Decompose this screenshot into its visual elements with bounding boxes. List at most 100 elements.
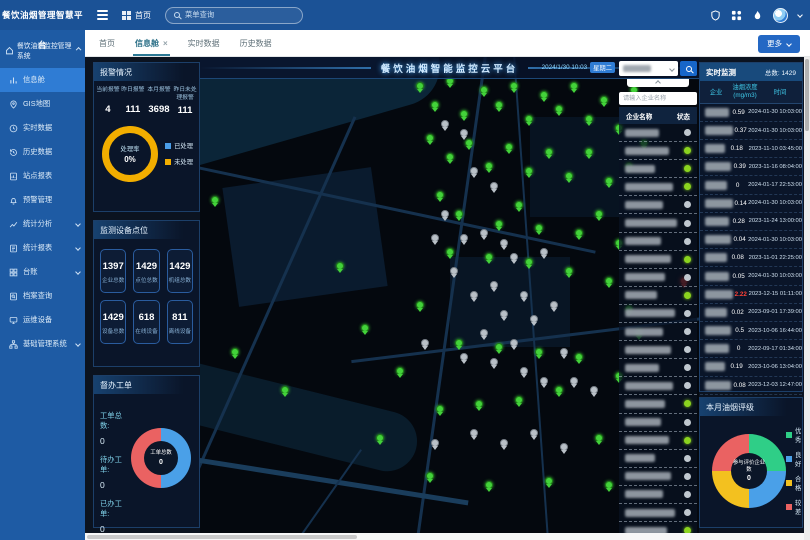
map-pin[interactable] <box>450 267 458 275</box>
tab[interactable]: 首页 × <box>99 30 115 56</box>
realtime-row[interactable]: 0.37 2024-01-30 10:03:00 <box>700 122 802 140</box>
map-pin[interactable] <box>446 153 454 161</box>
map-pin[interactable] <box>211 196 219 204</box>
map-pin[interactable] <box>490 358 498 366</box>
tab[interactable]: 信息舱 × <box>135 30 168 56</box>
company-row[interactable] <box>619 486 697 504</box>
company-row[interactable] <box>619 432 697 450</box>
map-pin[interactable] <box>515 201 523 209</box>
company-row[interactable] <box>619 450 697 468</box>
company-row[interactable] <box>619 251 697 269</box>
horizontal-scrollbar[interactable] <box>85 533 804 540</box>
company-row[interactable] <box>619 160 697 178</box>
company-row[interactable] <box>619 214 697 232</box>
map-pin[interactable] <box>530 315 538 323</box>
realtime-row[interactable]: 0.59 2024-01-30 10:03:00 <box>700 104 802 122</box>
company-row[interactable] <box>619 287 697 305</box>
map[interactable]: 餐饮油烟智能监控云平台 2024/1/30 10:03 星期二 <box>200 57 699 533</box>
sidebar-item[interactable]: 基础管理系统 <box>0 332 85 356</box>
sidebar-item[interactable]: GIS地图 <box>0 92 85 116</box>
chevron-down-icon[interactable] <box>797 12 803 18</box>
company-row[interactable] <box>619 468 697 486</box>
company-row[interactable] <box>619 233 697 251</box>
map-pin[interactable] <box>495 101 503 109</box>
flame-icon[interactable] <box>752 10 763 21</box>
map-pin[interactable] <box>500 310 508 318</box>
realtime-row[interactable]: 0.14 2024-01-30 10:03:00 <box>700 195 802 213</box>
map-pin[interactable] <box>565 267 573 275</box>
map-pin[interactable] <box>525 258 533 266</box>
map-pin[interactable] <box>231 348 239 356</box>
map-pin[interactable] <box>560 443 568 451</box>
map-pin[interactable] <box>436 191 444 199</box>
map-pin[interactable] <box>540 248 548 256</box>
map-pin[interactable] <box>500 439 508 447</box>
map-pin[interactable] <box>510 82 518 90</box>
map-pin[interactable] <box>426 472 434 480</box>
map-pin[interactable] <box>575 229 583 237</box>
close-icon[interactable]: × <box>163 39 168 48</box>
map-pin[interactable] <box>585 148 593 156</box>
sidebar-item[interactable]: 站点报表 <box>0 164 85 188</box>
map-pin[interactable] <box>555 386 563 394</box>
company-name-input[interactable] <box>619 92 697 105</box>
map-pin[interactable] <box>470 429 478 437</box>
map-pin[interactable] <box>485 253 493 261</box>
map-pin[interactable] <box>540 91 548 99</box>
map-pin[interactable] <box>490 281 498 289</box>
company-select[interactable] <box>619 61 678 76</box>
map-pin[interactable] <box>455 210 463 218</box>
company-row[interactable] <box>619 504 697 522</box>
realtime-row[interactable]: 0.08 2023-12-03 12:47:00 <box>700 377 802 395</box>
map-pin[interactable] <box>431 101 439 109</box>
map-pin[interactable] <box>525 167 533 175</box>
apps-icon[interactable] <box>731 10 742 21</box>
realtime-row[interactable]: 0.18 2023-11-10 03:45:00 <box>700 140 802 158</box>
map-pin[interactable] <box>495 220 503 228</box>
map-pin[interactable] <box>470 291 478 299</box>
company-row[interactable] <box>619 178 697 196</box>
company-row[interactable] <box>619 323 697 341</box>
sidebar-item[interactable]: 统计分析 <box>0 212 85 236</box>
map-pin[interactable] <box>535 224 543 232</box>
sidebar-item[interactable]: 台账 <box>0 260 85 284</box>
realtime-row[interactable]: 0.02 2023-09-01 17:39:00 <box>700 304 802 322</box>
company-row[interactable] <box>619 377 697 395</box>
company-row[interactable] <box>619 305 697 323</box>
sidebar-item[interactable]: 档案查询 <box>0 284 85 308</box>
realtime-row[interactable]: 2.22 2023-12-15 01:11:00 <box>700 286 802 304</box>
map-pin[interactable] <box>480 229 488 237</box>
map-pin[interactable] <box>500 239 508 247</box>
map-pin[interactable] <box>441 210 449 218</box>
scrollbar-thumb[interactable] <box>87 535 357 539</box>
map-pin[interactable] <box>485 162 493 170</box>
map-pin[interactable] <box>560 348 568 356</box>
map-pin[interactable] <box>530 429 538 437</box>
map-pin[interactable] <box>510 339 518 347</box>
map-pin[interactable] <box>431 234 439 242</box>
map-pin[interactable] <box>416 301 424 309</box>
map-pin[interactable] <box>605 177 613 185</box>
map-pin[interactable] <box>455 339 463 347</box>
map-pin[interactable] <box>540 377 548 385</box>
map-pin[interactable] <box>426 134 434 142</box>
company-row[interactable] <box>619 341 697 359</box>
realtime-row[interactable]: 0 2024-01-17 22:53:00 <box>700 176 802 194</box>
map-pin[interactable] <box>565 172 573 180</box>
sidebar-item[interactable]: 历史数据 <box>0 140 85 164</box>
map-pin[interactable] <box>460 353 468 361</box>
company-row[interactable] <box>619 414 697 432</box>
map-pin[interactable] <box>555 105 563 113</box>
map-pin[interactable] <box>575 353 583 361</box>
map-pin[interactable] <box>520 291 528 299</box>
scrollbar-thumb[interactable] <box>805 59 809 131</box>
map-pin[interactable] <box>396 367 404 375</box>
company-row[interactable] <box>619 395 697 413</box>
menu-search-input[interactable]: 菜单查询 <box>165 7 303 24</box>
realtime-row[interactable]: 0.19 2023-10-06 13:04:00 <box>700 358 802 376</box>
sidebar-item[interactable]: 信息舱 <box>0 68 85 92</box>
map-pin[interactable] <box>336 262 344 270</box>
map-pin[interactable] <box>570 82 578 90</box>
menu-icon[interactable] <box>97 8 108 22</box>
map-pin[interactable] <box>495 343 503 351</box>
